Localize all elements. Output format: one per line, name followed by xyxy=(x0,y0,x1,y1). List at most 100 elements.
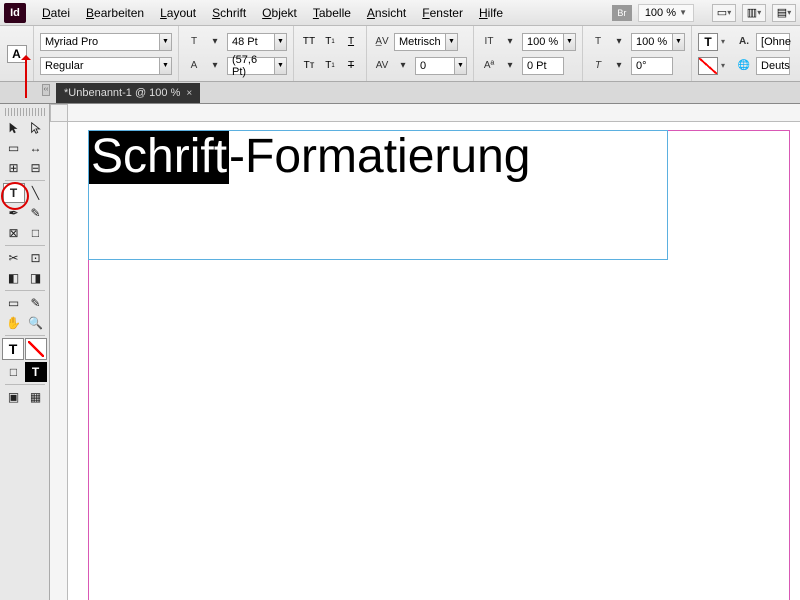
dropdown-icon[interactable]: ▾ xyxy=(721,61,725,70)
dropdown-icon[interactable]: ▼ xyxy=(455,57,467,75)
gradient-swatch-tool[interactable]: ◧ xyxy=(3,268,25,288)
strikethrough-button[interactable]: T xyxy=(342,58,360,74)
dropdown-icon[interactable]: ▼ xyxy=(673,33,685,51)
menu-bar: Id Datei Bearbeiten Layout Schrift Objek… xyxy=(0,0,800,26)
text-frame[interactable]: Schrift-Formatierung xyxy=(88,130,668,260)
rectangle-tool[interactable]: □ xyxy=(25,223,47,243)
close-icon[interactable]: × xyxy=(186,88,192,99)
dropdown-icon[interactable]: ▼ xyxy=(160,33,172,51)
menu-hilfe[interactable]: Hilfe xyxy=(471,6,511,20)
ruler-origin[interactable] xyxy=(50,104,68,122)
eyedropper-tool[interactable]: ✎ xyxy=(25,293,47,313)
size-group: T ▾ 48 Pt ▼ A ▾ (57,6 Pt) ▼ xyxy=(179,26,294,81)
tracking-field[interactable]: 0 ▼ xyxy=(415,57,467,75)
vertical-ruler[interactable] xyxy=(50,122,68,600)
scissors-tool[interactable]: ✂ xyxy=(3,248,25,268)
allcaps-button[interactable]: TT xyxy=(300,34,318,50)
charstyle-icon: A. xyxy=(735,34,753,50)
hand-tool[interactable]: ✋ xyxy=(3,313,25,333)
charstyle-value[interactable]: [Ohne xyxy=(756,33,790,51)
vscale-field[interactable]: 100 % ▼ xyxy=(522,33,576,51)
subscript-button[interactable]: T1 xyxy=(321,58,339,74)
normal-view-icon[interactable]: ▣ xyxy=(3,387,25,407)
bridge-button[interactable]: Br xyxy=(612,5,632,21)
menu-tabelle[interactable]: Tabelle xyxy=(305,6,359,20)
tools-panel: ▭ ↔ ⊞ ⊟ T ╲ ✒ ✎ ⊠ □ ✂ ⊡ ◧ ◨ ▭ xyxy=(0,104,50,600)
text-content[interactable]: Schrift-Formatierung xyxy=(89,131,530,184)
selected-text: Schrift xyxy=(89,131,229,184)
dropdown-icon[interactable]: ▼ xyxy=(446,33,458,51)
menu-layout[interactable]: Layout xyxy=(152,6,204,20)
underline-button[interactable]: T xyxy=(342,34,360,50)
stepper-icon[interactable]: ▾ xyxy=(206,34,224,50)
text-formatting-icon[interactable]: T xyxy=(25,362,47,382)
font-group: Myriad Pro ▼ Regular ▼ xyxy=(34,26,179,81)
content-placer-tool[interactable]: ⊟ xyxy=(25,158,47,178)
preview-view-icon[interactable]: ▦ xyxy=(25,387,47,407)
baseline-icon: Aª xyxy=(480,58,498,74)
stepper-icon[interactable]: ▾ xyxy=(610,58,628,74)
menu-ansicht[interactable]: Ansicht xyxy=(359,6,414,20)
control-bar: A Myriad Pro ▼ Regular ▼ T ▾ 48 Pt ▼ xyxy=(0,26,800,82)
hscale-field[interactable]: 100 % ▼ xyxy=(631,33,685,51)
menu-datei[interactable]: Datei xyxy=(34,6,78,20)
dropdown-icon[interactable]: ▼ xyxy=(160,57,172,75)
leading-field[interactable]: (57,6 Pt) ▼ xyxy=(227,57,287,75)
pencil-tool[interactable]: ✎ xyxy=(25,203,47,223)
zoom-level-text: 100 % xyxy=(645,7,676,19)
document-tab-title: *Unbenannt-1 @ 100 % xyxy=(64,87,180,99)
skew-value[interactable]: 0° xyxy=(631,57,673,75)
hscale-icon: T xyxy=(589,34,607,50)
type-tool[interactable]: T xyxy=(3,183,25,203)
zoom-tool[interactable]: 🔍 xyxy=(25,313,47,333)
menu-schrift[interactable]: Schrift xyxy=(204,6,254,20)
dropdown-icon[interactable]: ▼ xyxy=(275,57,287,75)
stepper-icon[interactable]: ▾ xyxy=(501,34,519,50)
dropdown-icon[interactable]: ▼ xyxy=(564,33,576,51)
baseline-value[interactable]: 0 Pt xyxy=(522,57,564,75)
document-tab[interactable]: *Unbenannt-1 @ 100 % × xyxy=(56,83,200,103)
gap-tool[interactable]: ↔ xyxy=(25,138,47,158)
font-style-field[interactable]: Regular ▼ xyxy=(40,57,172,75)
screen-mode-icon[interactable]: ▥▾ xyxy=(742,4,766,22)
selection-tool[interactable] xyxy=(3,118,25,138)
free-transform-tool[interactable]: ⊡ xyxy=(25,248,47,268)
fillstroke-group: T ▾ A. [Ohne ▾ 🌐 Deuts xyxy=(692,26,796,81)
stepper-icon[interactable]: ▾ xyxy=(394,58,412,74)
menu-bearbeiten[interactable]: Bearbeiten xyxy=(78,6,152,20)
menu-objekt[interactable]: Objekt xyxy=(254,6,305,20)
smallcaps-button[interactable]: Tᴛ xyxy=(300,58,318,74)
stroke-color[interactable] xyxy=(25,338,47,360)
stepper-icon[interactable]: ▾ xyxy=(206,58,224,74)
panel-collapse-toggle[interactable]: ‹‹ xyxy=(42,84,50,96)
direct-selection-tool[interactable] xyxy=(25,118,47,138)
stepper-icon[interactable]: ▾ xyxy=(610,34,628,50)
gradient-feather-tool[interactable]: ◨ xyxy=(25,268,47,288)
document-canvas[interactable]: Schrift-Formatierung xyxy=(68,122,800,600)
dropdown-icon[interactable]: ▾ xyxy=(721,37,725,46)
fill-color[interactable]: T xyxy=(2,338,24,360)
content-collector-tool[interactable]: ⊞ xyxy=(3,158,25,178)
container-formatting-icon[interactable]: □ xyxy=(3,362,25,382)
zoom-level[interactable]: 100 % ▼ xyxy=(638,4,694,22)
fill-swatch[interactable]: T xyxy=(698,33,718,51)
language-value[interactable]: Deuts xyxy=(756,57,790,75)
font-family-field[interactable]: Myriad Pro ▼ xyxy=(40,33,172,51)
pen-tool[interactable]: ✒ xyxy=(3,203,25,223)
kerning-field[interactable]: Metrisch ▼ xyxy=(394,33,458,51)
arrange-icon[interactable]: ▤▾ xyxy=(772,4,796,22)
stroke-swatch[interactable] xyxy=(698,57,718,75)
view-mode-icon[interactable]: ▭▾ xyxy=(712,4,736,22)
panel-grip[interactable] xyxy=(5,108,45,116)
page-tool[interactable]: ▭ xyxy=(3,138,25,158)
line-tool[interactable]: ╲ xyxy=(25,183,47,203)
menu-fenster[interactable]: Fenster xyxy=(414,6,471,20)
superscript-button[interactable]: T1 xyxy=(321,34,339,50)
note-tool[interactable]: ▭ xyxy=(3,293,25,313)
stepper-icon[interactable]: ▾ xyxy=(501,58,519,74)
rectangle-frame-tool[interactable]: ⊠ xyxy=(3,223,25,243)
font-size-field[interactable]: 48 Pt ▼ xyxy=(227,33,287,51)
dropdown-icon[interactable]: ▼ xyxy=(275,33,287,51)
leading-icon: A xyxy=(185,58,203,74)
horizontal-ruler[interactable] xyxy=(68,104,800,122)
